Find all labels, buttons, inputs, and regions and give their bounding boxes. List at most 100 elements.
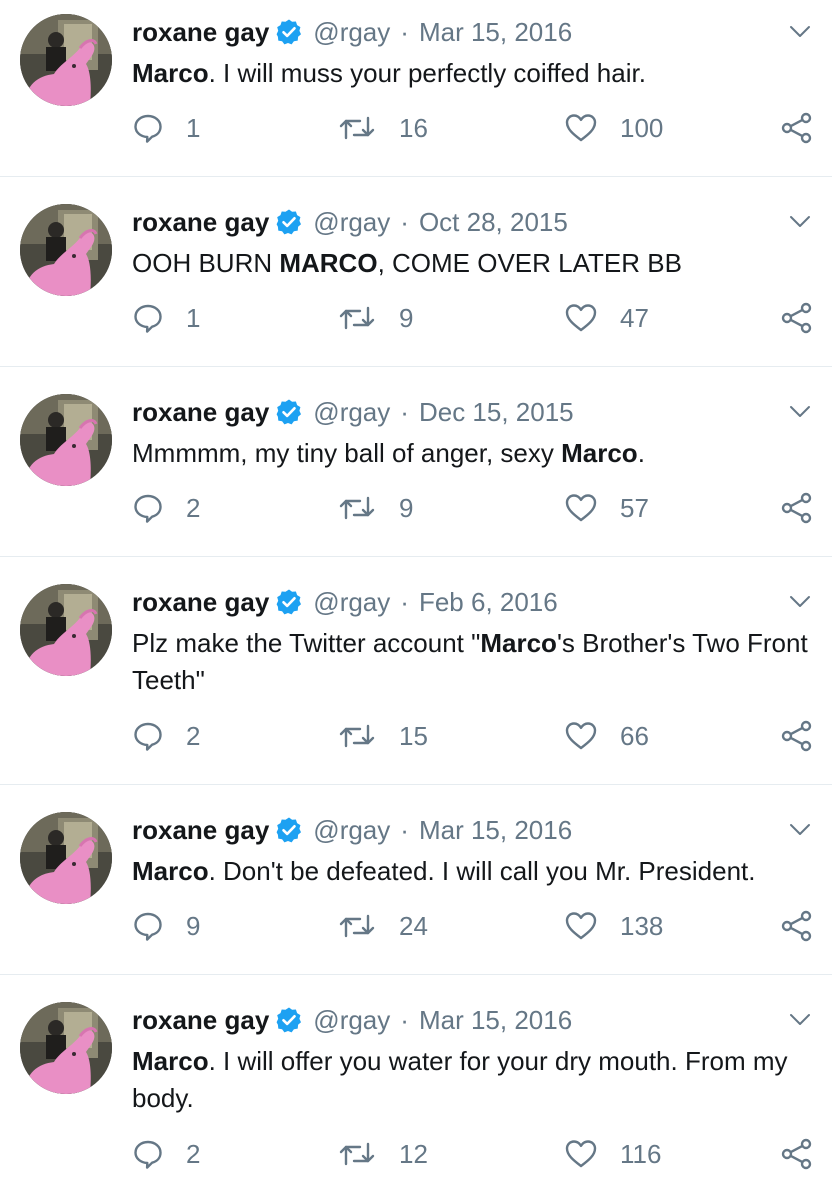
share-button[interactable] — [780, 488, 814, 528]
author-name[interactable]: roxane gay — [132, 585, 269, 619]
chevron-down-icon[interactable] — [788, 400, 812, 424]
reply-count: 1 — [186, 302, 201, 333]
share-button[interactable] — [780, 716, 814, 756]
retweet-button[interactable]: 12 — [337, 1134, 428, 1174]
reply-button[interactable]: 1 — [132, 108, 200, 148]
share-button[interactable] — [780, 906, 814, 946]
reply-button[interactable]: 1 — [132, 298, 200, 338]
like-button[interactable]: 138 — [564, 906, 663, 946]
share-button[interactable] — [780, 1134, 814, 1174]
author-name[interactable]: roxane gay — [132, 813, 269, 847]
separator-dot: · — [400, 397, 409, 427]
tweet-date[interactable]: Mar 15, 2016 — [419, 813, 572, 847]
reply-button[interactable]: 2 — [132, 716, 200, 756]
share-nodes-icon — [780, 910, 814, 942]
tweet-text-segment: . I will offer you water for your dry mo… — [132, 1046, 788, 1113]
author-handle[interactable]: @rgay — [313, 813, 390, 847]
heart-outline-icon — [564, 910, 598, 942]
like-button[interactable]: 116 — [564, 1134, 661, 1174]
tweet-date[interactable]: Oct 28, 2015 — [419, 205, 568, 239]
chevron-down-icon[interactable] — [788, 20, 812, 44]
tweet-text: Mmmmm, my tiny ball of anger, sexy Marco… — [132, 435, 812, 472]
like-button[interactable]: 57 — [564, 488, 649, 528]
tweet-text-segment: . — [637, 438, 645, 468]
speech-bubble-icon — [132, 720, 164, 752]
retweet-button[interactable]: 16 — [337, 108, 428, 148]
author-name[interactable]: roxane gay — [132, 1003, 269, 1037]
tweet-header: roxane gay @rgay · Mar 15, 2016 — [132, 813, 572, 847]
reply-count: 2 — [186, 720, 201, 751]
like-count: 100 — [620, 112, 664, 143]
tweet-date[interactable]: Dec 15, 2015 — [419, 395, 574, 429]
speech-bubble-icon — [132, 492, 164, 524]
like-button[interactable]: 100 — [564, 108, 663, 148]
tweet[interactable]: roxane gay @rgay · Oct 28, 2015 OOH BURN… — [0, 190, 832, 366]
reply-count: 9 — [186, 910, 201, 941]
retweet-count: 16 — [399, 112, 428, 143]
divider — [0, 784, 832, 785]
tweet-text-segment: . Don't be defeated. I will call you Mr.… — [208, 856, 756, 886]
retweet-button[interactable]: 9 — [337, 488, 413, 528]
like-button[interactable]: 66 — [564, 716, 649, 756]
tweet-text-bold: Marco — [132, 856, 209, 886]
tweet-feed: roxane gay @rgay · Mar 15, 2016 Marco. I… — [0, 0, 832, 1200]
tweet-text: OOH BURN MARCO, COME OVER LATER BB — [132, 245, 812, 282]
author-handle[interactable]: @rgay — [313, 1003, 390, 1037]
author-handle[interactable]: @rgay — [313, 15, 390, 49]
retweet-count: 24 — [399, 910, 428, 941]
chevron-down-icon[interactable] — [788, 210, 812, 234]
avatar[interactable] — [20, 204, 112, 296]
chevron-down-icon[interactable] — [788, 590, 812, 614]
tweet-date[interactable]: Mar 15, 2016 — [419, 15, 572, 49]
tweet-header: roxane gay @rgay · Feb 6, 2016 — [132, 585, 558, 619]
share-button[interactable] — [780, 108, 814, 148]
heart-outline-icon — [564, 302, 598, 334]
author-handle[interactable]: @rgay — [313, 205, 390, 239]
verified-badge-icon — [275, 588, 303, 616]
author-handle[interactable]: @rgay — [313, 395, 390, 429]
author-name[interactable]: roxane gay — [132, 395, 269, 429]
reply-button[interactable]: 9 — [132, 906, 200, 946]
avatar[interactable] — [20, 394, 112, 486]
tweet-text-bold: Marco — [132, 58, 209, 88]
retweet-button[interactable]: 9 — [337, 298, 413, 338]
tweet-header: roxane gay @rgay · Mar 15, 2016 — [132, 1003, 572, 1037]
tweet[interactable]: roxane gay @rgay · Mar 15, 2016 Marco. D… — [0, 798, 832, 974]
like-count: 57 — [620, 492, 649, 523]
avatar[interactable] — [20, 584, 112, 676]
tweet[interactable]: roxane gay @rgay · Mar 15, 2016 Marco. I… — [0, 0, 832, 176]
reply-count: 2 — [186, 1138, 201, 1169]
tweet-date[interactable]: Mar 15, 2016 — [419, 1003, 572, 1037]
divider — [0, 176, 832, 177]
tweet-text-segment: Mmmmm, my tiny ball of anger, sexy — [132, 438, 562, 468]
separator-dot: · — [400, 1005, 409, 1035]
retweet-button[interactable]: 15 — [337, 716, 428, 756]
speech-bubble-icon — [132, 1138, 164, 1170]
avatar[interactable] — [20, 14, 112, 106]
reply-button[interactable]: 2 — [132, 1134, 200, 1174]
share-button[interactable] — [780, 298, 814, 338]
author-name[interactable]: roxane gay — [132, 205, 269, 239]
tweet[interactable]: roxane gay @rgay · Feb 6, 2016 Plz make … — [0, 570, 832, 784]
tweet-text: Plz make the Twitter account "Marco's Br… — [132, 625, 812, 699]
chevron-down-icon[interactable] — [788, 818, 812, 842]
tweet-actions: 2 15 66 — [132, 716, 822, 756]
tweet[interactable]: roxane gay @rgay · Dec 15, 2015 Mmmmm, m… — [0, 380, 832, 556]
separator-dot: · — [400, 17, 409, 47]
like-button[interactable]: 47 — [564, 298, 649, 338]
tweet-text: Marco. I will muss your perfectly coiffe… — [132, 55, 812, 92]
retweet-button[interactable]: 24 — [337, 906, 428, 946]
tweet-actions: 2 12 116 — [132, 1134, 822, 1174]
avatar[interactable] — [20, 812, 112, 904]
reply-button[interactable]: 2 — [132, 488, 200, 528]
tweet[interactable]: roxane gay @rgay · Mar 15, 2016 Marco. I… — [0, 988, 832, 1200]
separator-dot: · — [400, 815, 409, 845]
retweet-count: 15 — [399, 720, 428, 751]
author-name[interactable]: roxane gay — [132, 15, 269, 49]
tweet-text-segment: . I will muss your perfectly coiffed hai… — [208, 58, 646, 88]
tweet-date[interactable]: Feb 6, 2016 — [419, 585, 558, 619]
chevron-down-icon[interactable] — [788, 1008, 812, 1032]
author-handle[interactable]: @rgay — [313, 585, 390, 619]
avatar[interactable] — [20, 1002, 112, 1094]
retweet-arrows-icon — [337, 302, 377, 334]
